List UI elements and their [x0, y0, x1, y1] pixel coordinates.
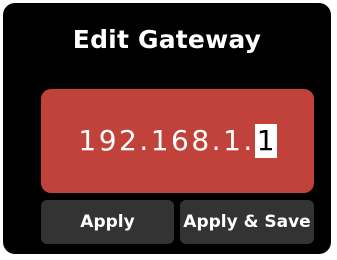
edit-gateway-screen: Edit Gateway 192.168.1. 1 Apply Apply & S…	[3, 3, 331, 254]
apply-button[interactable]: Apply	[41, 200, 174, 244]
apply-and-save-button[interactable]: Apply & Save	[180, 200, 314, 244]
gateway-ip-text: 192.168.1.	[78, 124, 255, 157]
text-cursor-digit[interactable]: 1	[254, 124, 277, 158]
page-title: Edit Gateway	[72, 25, 262, 54]
gateway-ip-input[interactable]: 192.168.1. 1	[41, 89, 314, 193]
gateway-ip-value: 192.168.1. 1	[78, 123, 277, 159]
